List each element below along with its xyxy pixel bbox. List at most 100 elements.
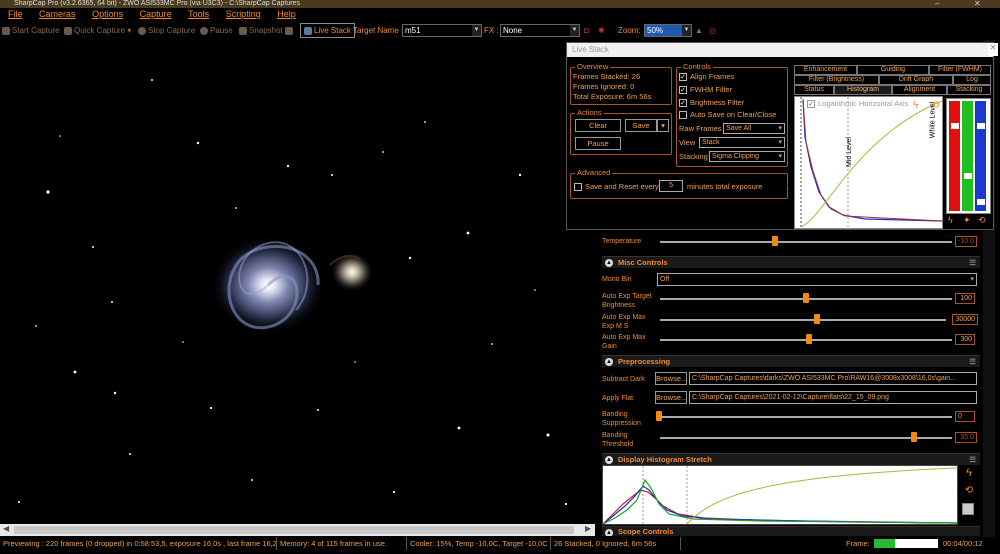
tab-guiding[interactable]: Guiding: [857, 65, 929, 75]
tab-enhancement[interactable]: Enhancement: [794, 65, 857, 75]
red-slider-thumb[interactable]: [951, 123, 959, 129]
brightness-filter-checkbox[interactable]: ✓ Brightness Filter: [679, 98, 744, 108]
sparkle-icon[interactable]: ✦: [963, 215, 975, 227]
green-slider-thumb[interactable]: [964, 173, 972, 179]
fx-record-icon[interactable]: ◘: [584, 21, 589, 40]
reset-icon[interactable]: ⟲: [962, 485, 976, 499]
menu-icon[interactable]: ☰: [969, 454, 976, 466]
close-icon[interactable]: ✕: [988, 43, 998, 56]
apply-flat-path[interactable]: C:\SharpCap Captures\2021-02-12\Capture\…: [689, 391, 977, 404]
auto-exp-max-ms-value[interactable]: 30000: [952, 314, 978, 325]
scroll-right-icon[interactable]: ▶: [585, 524, 591, 533]
banding-threshold-value[interactable]: 35.0: [955, 432, 977, 443]
menu-scripting[interactable]: Scripting: [226, 9, 261, 19]
quick-capture-button[interactable]: Quick Capture ▾: [64, 21, 131, 40]
live-stack-window: Live Stack Overview Frames Stacked: 26 F…: [566, 42, 994, 230]
fwhm-filter-checkbox[interactable]: ✓ FWHM Filter: [679, 85, 732, 95]
menu-icon[interactable]: ☰: [969, 356, 976, 368]
tab-drift-graph[interactable]: Drift Graph: [879, 75, 953, 85]
auto-exp-max-gain-slider-thumb[interactable]: [805, 334, 812, 344]
fx-select[interactable]: None ▼: [500, 24, 580, 37]
subtract-dark-browse-button[interactable]: Browse...: [655, 372, 687, 385]
auto-exp-target-value[interactable]: 100: [955, 293, 975, 304]
stack-histogram-graph[interactable]: ✓ Logarithmic Horizontal Axis Black Level…: [787, 96, 943, 229]
save-reset-minutes-input[interactable]: 5: [659, 180, 683, 192]
scope-controls-header[interactable]: ▲ Scope Controls: [602, 526, 980, 536]
blue-channel-bar[interactable]: [975, 101, 986, 211]
target-name-input[interactable]: m51 ▼: [402, 24, 482, 37]
banding-threshold-slider-thumb[interactable]: [911, 432, 917, 442]
temperature-slider-thumb[interactable]: [772, 236, 778, 246]
preprocessing-header[interactable]: ▲ Preprocessing ☰: [602, 355, 980, 367]
view-select[interactable]: Stack ▾: [699, 137, 785, 148]
status-bar: Previewing : 220 frames (0 dropped) in 0…: [0, 537, 1000, 550]
lightning-icon[interactable]: ϟ: [962, 467, 976, 481]
scrollbar-thumb[interactable]: [14, 526, 574, 534]
display-histogram-header[interactable]: ▲ Display Histogram Stretch ☰: [602, 453, 980, 465]
clear-button[interactable]: Clear: [575, 119, 621, 132]
menu-help[interactable]: Help: [277, 9, 296, 19]
live-stack-button[interactable]: Live Stack: [300, 23, 355, 38]
subtract-dark-path[interactable]: C:\SharpCap Captures\darks\ZWO ASI533MC …: [689, 372, 977, 385]
log-axis-checkbox[interactable]: ✓ Logarithmic Horizontal Axis: [807, 99, 908, 109]
blue-low-thumb[interactable]: [977, 199, 985, 205]
rgb-balance-sliders[interactable]: [946, 98, 991, 214]
display-histogram-graph[interactable]: [602, 465, 958, 525]
menu-options[interactable]: Options: [92, 9, 123, 19]
horizontal-scrollbar[interactable]: ◀ ▶: [0, 524, 595, 536]
start-capture-button[interactable]: Start Capture: [2, 21, 60, 40]
blue-slider-thumb[interactable]: [977, 123, 985, 129]
histogram-icon[interactable]: ▲: [695, 21, 703, 40]
green-channel-bar[interactable]: [962, 101, 973, 211]
tab-stacking[interactable]: Stacking: [947, 85, 991, 95]
align-frames-checkbox[interactable]: ✓ Align Frames: [679, 72, 734, 82]
menu-capture[interactable]: Capture: [140, 9, 172, 19]
save-dropdown-button[interactable]: ▾: [657, 119, 669, 132]
raw-frames-select[interactable]: Save All ▾: [723, 123, 785, 134]
save-button[interactable]: Save: [625, 119, 657, 132]
red-channel-bar[interactable]: [949, 101, 960, 211]
scroll-left-icon[interactable]: ◀: [3, 524, 9, 533]
pause-stack-button[interactable]: Pause: [575, 137, 621, 150]
misc-controls-header[interactable]: ▲ Misc Controls ☰: [602, 256, 980, 268]
menu-icon[interactable]: ☰: [969, 257, 976, 269]
auto-save-checkbox[interactable]: Auto Save on Clear/Close: [679, 110, 776, 120]
save-reset-checkbox[interactable]: Save and Reset every: [574, 182, 659, 192]
minimize-icon[interactable]: –: [935, 0, 939, 8]
menu-file[interactable]: File: [8, 9, 23, 19]
reset-icon[interactable]: ⟲: [931, 100, 943, 112]
mono-bin-select[interactable]: Off ▾: [657, 273, 977, 286]
banding-suppression-slider-thumb[interactable]: [656, 411, 662, 421]
lightning-icon[interactable]: ϟ: [948, 215, 960, 227]
tab-filter-brightness[interactable]: Filter (Brightness): [794, 75, 879, 85]
menu-cameras[interactable]: Cameras: [39, 9, 76, 19]
auto-exp-max-ms-slider[interactable]: [660, 319, 946, 321]
lightning-icon[interactable]: ϟ: [913, 100, 925, 112]
auto-exp-target-slider-thumb[interactable]: [803, 293, 809, 303]
snapshot-button[interactable]: Snapshot: [239, 21, 283, 40]
apply-flat-browse-button[interactable]: Browse...: [655, 391, 687, 404]
auto-exp-max-ms-slider-thumb[interactable]: [814, 314, 821, 324]
banding-suppression-slider[interactable]: [660, 416, 952, 418]
temperature-slider[interactable]: [660, 241, 952, 243]
tab-filter-fwhm[interactable]: Filter (FWHM): [929, 65, 991, 75]
reset-icon[interactable]: ⟲: [978, 215, 990, 227]
banding-threshold-slider[interactable]: [660, 437, 952, 439]
tab-status[interactable]: Status: [794, 85, 834, 95]
auto-exp-max-gain-value[interactable]: 300: [955, 334, 975, 345]
reticle-button[interactable]: [285, 21, 295, 40]
close-icon[interactable]: ✕: [974, 0, 981, 8]
tab-histogram[interactable]: Histogram: [834, 85, 892, 95]
banding-suppression-value[interactable]: 0: [955, 411, 975, 422]
stacking-select[interactable]: Sigma Clipping ▾: [709, 151, 785, 162]
fx-settings-icon[interactable]: ✺: [598, 21, 605, 40]
pause-button[interactable]: Pause: [200, 21, 233, 40]
tab-alignment[interactable]: Alignment: [892, 85, 947, 95]
zoom-select[interactable]: 50% ▼: [644, 24, 692, 37]
save-icon[interactable]: [962, 503, 974, 515]
tab-log[interactable]: Log: [953, 75, 991, 85]
menu-tools[interactable]: Tools: [188, 9, 209, 19]
stop-capture-button[interactable]: Stop Capture: [138, 21, 195, 40]
target-icon[interactable]: ◎: [709, 21, 716, 40]
image-preview[interactable]: [0, 40, 595, 524]
